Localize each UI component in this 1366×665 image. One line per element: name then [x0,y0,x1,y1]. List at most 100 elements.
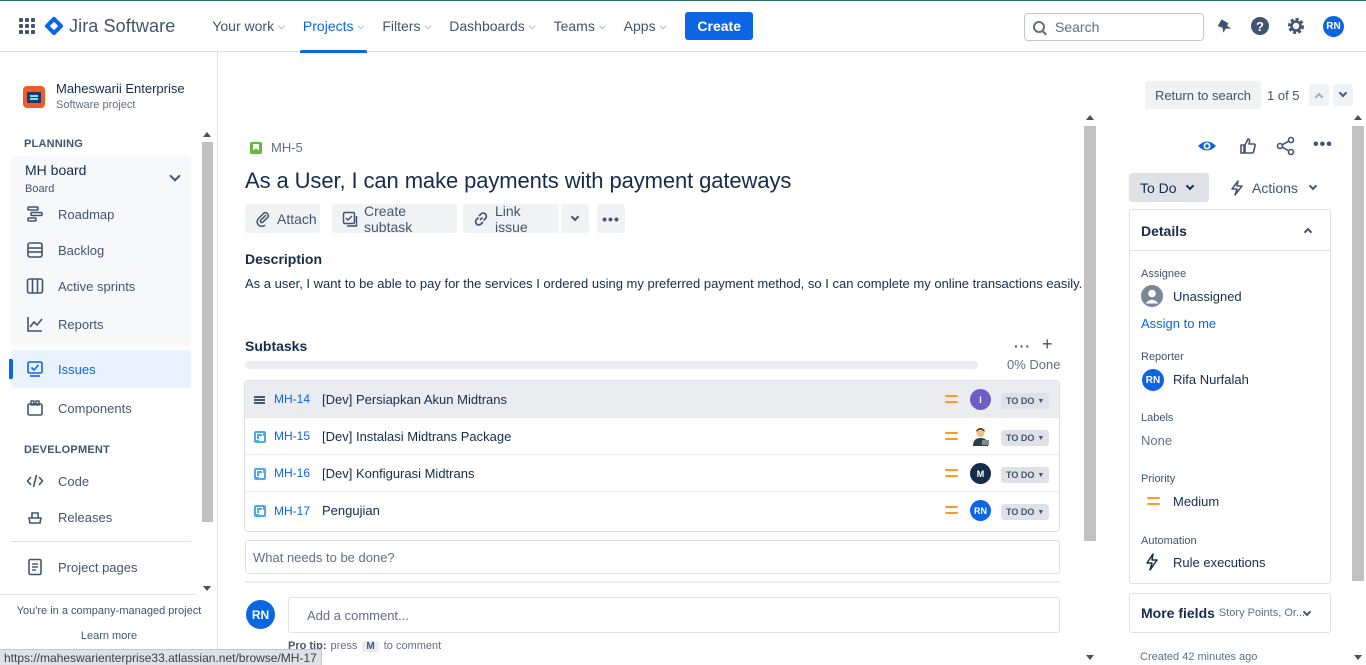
subtask-key[interactable]: MH-14 [274,392,310,406]
search-icon [1033,21,1045,33]
chevron-up-icon[interactable] [1303,227,1313,237]
subtask-row[interactable]: MH-14 [Dev] Persiapkan Akun Midtrans I T… [245,381,1059,418]
scrollbar-thumb[interactable] [1084,126,1096,541]
assignee-value[interactable]: Unassigned [1173,289,1242,304]
scroll-up-arrow-icon[interactable] [1354,115,1362,120]
comment-input[interactable]: Add a comment... [288,597,1060,633]
subtask-key[interactable]: MH-15 [274,429,310,443]
sidebar-item-reports[interactable]: Reports [11,306,191,342]
sidebar-item-active-sprints[interactable]: Active sprints [11,268,191,304]
sidebar-item-components[interactable]: Components [11,390,191,426]
nav-your-work[interactable]: Your work ⌵ [203,0,294,52]
issue-key[interactable]: MH-5 [271,140,303,155]
create-subtask-button[interactable]: Create subtask [332,203,457,235]
status-dropdown[interactable]: TO DO ▼ [1001,393,1050,409]
scroll-down-arrow-icon[interactable] [203,586,211,591]
share-icon[interactable] [1276,136,1296,159]
link-issue-dropdown[interactable] [561,204,589,233]
assign-to-me-link[interactable]: Assign to me [1141,316,1216,331]
subtasks-more-icon[interactable]: ··· [1014,338,1031,354]
reporter-name[interactable]: Rifa Nurfalah [1173,372,1249,387]
nav-filters[interactable]: Filters ⌵ [373,0,440,52]
sidebar-item-roadmap[interactable]: Roadmap [11,196,191,232]
status-dropdown[interactable]: TO DO ▼ [1001,430,1050,446]
subtask-summary[interactable]: [Dev] Persiapkan Akun Midtrans [322,392,507,407]
vote-icon[interactable] [1238,136,1258,159]
commenter-avatar: RN [246,600,275,629]
sidebar-item-backlog[interactable]: Backlog [11,232,191,268]
sidebar-item-label: Active sprints [58,278,136,294]
sidebar-item-project-pages[interactable]: Project pages [11,549,191,585]
nav-dashboards[interactable]: Dashboards ⌵ [440,0,544,52]
actions-button[interactable]: Actions [1230,176,1318,200]
sidebar-item-issues[interactable]: Issues [9,350,191,388]
more-icon[interactable]: ••• [1313,136,1333,154]
scrollbar-thumb[interactable] [1352,126,1364,581]
scrollbar-thumb[interactable] [202,142,213,522]
top-navigation: Jira Software Your work ⌵ Projects ⌵ Filte… [0,0,1366,53]
jira-logo[interactable]: Jira Software [44,16,175,37]
subtask-summary[interactable]: [Dev] Instalasi Midtrans Package [322,429,511,444]
story-icon [250,141,262,154]
chevron-down-icon[interactable] [169,170,181,182]
labels-value[interactable]: None [1141,433,1172,448]
settings-icon[interactable] [1286,16,1306,36]
sidebar-item-code[interactable]: Code [11,463,191,499]
add-subtask-icon[interactable]: + [1042,334,1053,355]
previous-issue-button[interactable] [1309,84,1329,106]
new-subtask-input[interactable]: What needs to be done? [245,540,1060,574]
subtask-summary[interactable]: [Dev] Konfigurasi Midtrans [322,466,474,481]
watch-icon[interactable] [1197,136,1217,159]
subtask-row[interactable]: MH-16 [Dev] Konfigurasi Midtrans M TO DO… [245,455,1059,492]
issue-title[interactable]: As a User, I can make payments with paym… [245,168,791,194]
next-issue-button[interactable] [1333,84,1353,106]
search-input[interactable]: Search [1024,13,1204,41]
link-issue-button[interactable]: Link issue [463,203,559,235]
scroll-up-arrow-icon[interactable] [203,132,211,137]
automation-value[interactable]: Rule executions [1173,555,1266,570]
project-header[interactable]: Maheswarii Enterprise Software project [23,80,185,113]
subtask-row[interactable]: MH-17 Pengujian RN TO DO ▼ [245,492,1059,529]
issue-breadcrumb[interactable]: MH-5 [250,140,303,155]
subtask-row[interactable]: MH-15 [Dev] Instalasi Midtrans Package T… [245,418,1059,455]
lightning-icon [1145,553,1159,574]
main-scrollbar[interactable] [1082,110,1098,665]
nav-teams[interactable]: Teams ⌵ [545,0,615,52]
status-button[interactable]: To Do [1129,173,1209,202]
assignee-avatar[interactable]: RN [970,500,991,521]
new-subtask-placeholder: What needs to be done? [253,549,395,565]
scroll-down-arrow-icon[interactable] [1086,655,1094,660]
priority-value[interactable]: Medium [1173,494,1219,509]
app-switcher-icon[interactable] [19,18,35,34]
attach-button[interactable]: Attach [245,204,320,233]
status-dropdown[interactable]: TO DO ▼ [1001,504,1050,520]
user-avatar[interactable]: RN [1323,16,1344,37]
create-button[interactable]: Create [685,12,754,40]
right-panel-scrollbar[interactable] [1350,110,1366,665]
more-actions-button[interactable]: ••• [597,204,625,233]
drag-handle-icon[interactable] [254,394,266,406]
nav-apps[interactable]: Apps ⌵ [615,0,676,52]
scroll-up-arrow-icon[interactable] [1086,115,1094,120]
subtask-summary[interactable]: Pengujian [322,503,380,518]
assignee-avatar[interactable]: M [970,463,991,484]
more-fields-section[interactable]: More fields Story Points, Or... [1129,593,1331,633]
nav-projects[interactable]: Projects ⌵ [294,0,373,53]
description-text[interactable]: As a user, I want to be able to pay for … [245,276,1082,291]
unassigned-avatar-icon [1141,285,1163,310]
scroll-down-arrow-icon[interactable] [1354,655,1362,660]
subtask-key[interactable]: MH-17 [274,504,310,518]
return-to-search-button[interactable]: Return to search [1145,81,1261,109]
assignee-avatar[interactable]: I [970,389,991,410]
status-dropdown[interactable]: TO DO ▼ [1001,467,1050,483]
link-preview-statusbar: https://maheswarienterprise33.atlassian.… [0,649,322,665]
assignee-avatar-image[interactable] [970,426,991,447]
learn-more-link[interactable]: Learn more [0,630,218,642]
subtask-key[interactable]: MH-16 [274,466,310,480]
details-header[interactable]: Details [1130,210,1330,251]
notifications-icon[interactable] [1214,16,1234,36]
sidebar-item-releases[interactable]: Releases [11,499,191,535]
sidebar-scrollbar[interactable] [200,128,214,598]
help-icon[interactable]: ? [1250,16,1270,36]
priority-medium-icon [945,432,958,440]
